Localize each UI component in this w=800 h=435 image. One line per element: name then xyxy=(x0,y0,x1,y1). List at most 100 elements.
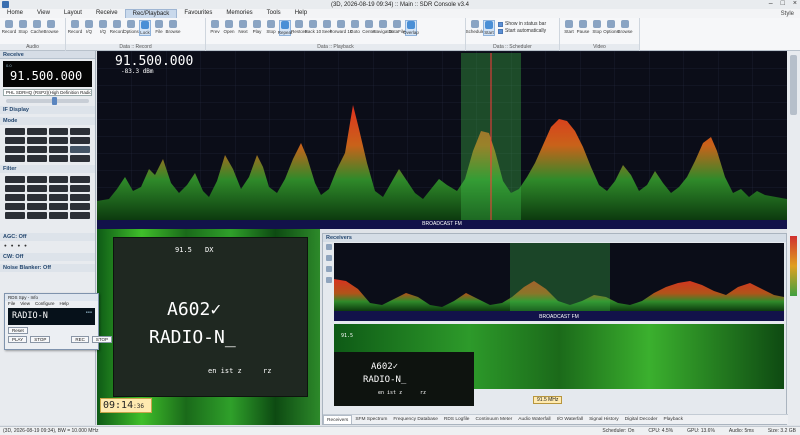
slider-thumb[interactable] xyxy=(51,97,57,105)
tab-i-o-waterfall[interactable]: I/O Waterfall xyxy=(554,415,586,424)
mode-button[interactable] xyxy=(5,155,25,162)
close-icon[interactable]: × xyxy=(793,0,797,7)
next-button[interactable]: Next xyxy=(237,20,249,34)
menu-view[interactable]: View xyxy=(30,9,57,18)
vfo-display[interactable]: 0.0 91.500.000 xyxy=(3,61,92,87)
mode-button[interactable] xyxy=(70,155,90,162)
menu-favourites[interactable]: Favourites xyxy=(177,9,219,18)
tab-audio-waterfall[interactable]: Audio Waterfall xyxy=(515,415,553,424)
mode-button[interactable] xyxy=(70,137,90,144)
i-q-button[interactable]: I/Q xyxy=(97,20,109,34)
filter-button[interactable] xyxy=(5,212,25,219)
filter-button[interactable] xyxy=(26,185,47,192)
filter-button[interactable] xyxy=(70,203,90,210)
tab-playback[interactable]: Playback xyxy=(661,415,686,424)
datafile-button[interactable]: DataFile xyxy=(389,20,405,34)
filter-button[interactable] xyxy=(5,185,25,192)
options-button[interactable]: Options xyxy=(603,20,619,34)
rds-spy-window[interactable]: RDS Spy - Info File View Configure Help RAD… xyxy=(4,293,113,350)
settings-icon[interactable] xyxy=(325,266,332,272)
filter-button[interactable] xyxy=(26,203,47,210)
right-scrollbar[interactable] xyxy=(787,51,800,425)
filter-button[interactable] xyxy=(48,203,69,210)
prev-button[interactable]: Prev xyxy=(209,20,221,34)
agc-option[interactable]: ● xyxy=(4,243,7,248)
stop-button[interactable]: Stop xyxy=(591,20,603,34)
navigator-button[interactable]: Navigator xyxy=(373,20,393,34)
filter-button[interactable] xyxy=(48,194,69,201)
menu-memories[interactable]: Memories xyxy=(219,9,259,18)
mode-button[interactable] xyxy=(70,146,90,153)
filter-button[interactable] xyxy=(26,212,47,219)
menu-tools[interactable]: Tools xyxy=(260,9,288,18)
lock-button[interactable]: Lock xyxy=(139,20,151,36)
filter-button[interactable] xyxy=(26,176,47,183)
filter-button[interactable] xyxy=(26,194,47,201)
filter-button[interactable] xyxy=(70,212,90,219)
browse-button[interactable]: Browse xyxy=(44,20,59,34)
tab-frequency-database[interactable]: Frequency Database xyxy=(390,415,441,424)
receiver-spectrum[interactable]: BROADCAST FM xyxy=(334,243,784,321)
mode-button[interactable] xyxy=(48,128,69,135)
i-q-button[interactable]: I/Q xyxy=(83,20,95,34)
filter-button[interactable] xyxy=(5,194,25,201)
noise-blanker-header[interactable]: Noise Blanker: Off xyxy=(0,264,95,272)
stop-button[interactable]: Stop xyxy=(17,20,29,34)
play-button[interactable]: PLAY xyxy=(8,336,28,343)
mode-button[interactable] xyxy=(48,137,69,144)
cache-button[interactable]: Cache xyxy=(31,20,44,34)
mode-button[interactable] xyxy=(48,146,69,153)
style-menu[interactable]: Style xyxy=(781,11,800,17)
tab-continuum-meter[interactable]: Continuum Meter xyxy=(472,415,515,424)
mode-button[interactable] xyxy=(70,128,90,135)
menu-receive[interactable]: Receive xyxy=(89,9,125,18)
menu-help[interactable]: Help xyxy=(288,9,314,18)
tab-receivers[interactable]: Receivers xyxy=(323,415,353,424)
zoom-out-icon[interactable] xyxy=(325,255,332,261)
restore-button[interactable]: Restore xyxy=(291,20,307,34)
menu-home[interactable]: Home xyxy=(0,9,30,18)
filter-button[interactable] xyxy=(48,176,69,183)
cw-header[interactable]: CW: Off xyxy=(0,253,95,261)
tab-digital-decoder[interactable]: Digital Decoder xyxy=(622,415,661,424)
main-waterfall[interactable]: 91.5 DX A602✓ RADIO-N_ en ist z rz xyxy=(97,229,320,425)
file-button[interactable]: File xyxy=(153,20,165,34)
back-10-button[interactable]: Back 10 xyxy=(305,20,321,34)
main-spectrum[interactable]: 91.500.000 -83.3 dBm BROADCAST FM xyxy=(97,51,787,229)
mode-button[interactable] xyxy=(5,146,25,153)
receiver-passband-box[interactable] xyxy=(510,243,610,311)
tab-signal-history[interactable]: Signal History xyxy=(586,415,622,424)
popup-menu-view[interactable]: View xyxy=(20,301,30,307)
browse-button[interactable]: Browse xyxy=(166,20,181,34)
tab-sfm-spectrum[interactable]: SFM Spectrum xyxy=(352,415,390,424)
filter-button[interactable] xyxy=(48,185,69,192)
volume-slider[interactable] xyxy=(6,97,89,105)
overlap-button[interactable]: Overlap xyxy=(403,20,419,36)
device-select[interactable]: PHL SDRHQ (RSP2)(High Definition Radio) xyxy=(3,89,92,96)
popup-menu-configure[interactable]: Configure xyxy=(35,301,55,307)
stop-rec-button[interactable]: STOP xyxy=(91,336,113,343)
browse-button[interactable]: Browse xyxy=(618,20,633,34)
filter-button[interactable] xyxy=(5,203,25,210)
open-button[interactable]: Open xyxy=(223,20,235,34)
mode-button[interactable] xyxy=(26,146,47,153)
filter-button[interactable] xyxy=(48,212,69,219)
record-button[interactable]: Record xyxy=(68,20,82,34)
mode-button[interactable] xyxy=(26,155,47,162)
mode-button[interactable] xyxy=(5,137,25,144)
stop-button[interactable]: Stop xyxy=(265,20,277,34)
record-button[interactable]: Record xyxy=(2,20,16,34)
zoom-in-icon[interactable] xyxy=(325,244,332,250)
forward-10-button[interactable]: Forward 10 xyxy=(330,20,352,34)
start-button[interactable]: Start xyxy=(563,20,575,34)
show-status-check[interactable]: Show in status bar xyxy=(498,21,546,27)
record-button[interactable]: Record xyxy=(110,20,124,34)
repeat-button[interactable]: Repeat xyxy=(278,20,292,36)
tab-rds-logfile[interactable]: RDS Logfile xyxy=(441,415,473,424)
start-auto-check[interactable]: Start automatically xyxy=(498,28,546,34)
agc-header[interactable]: AGC: Off xyxy=(0,233,95,241)
maximize-icon[interactable]: □ xyxy=(781,0,785,7)
filter-button[interactable] xyxy=(70,194,90,201)
schedule-scheduler-button[interactable]: Schedule xyxy=(466,20,484,34)
filter-button[interactable] xyxy=(5,176,25,183)
